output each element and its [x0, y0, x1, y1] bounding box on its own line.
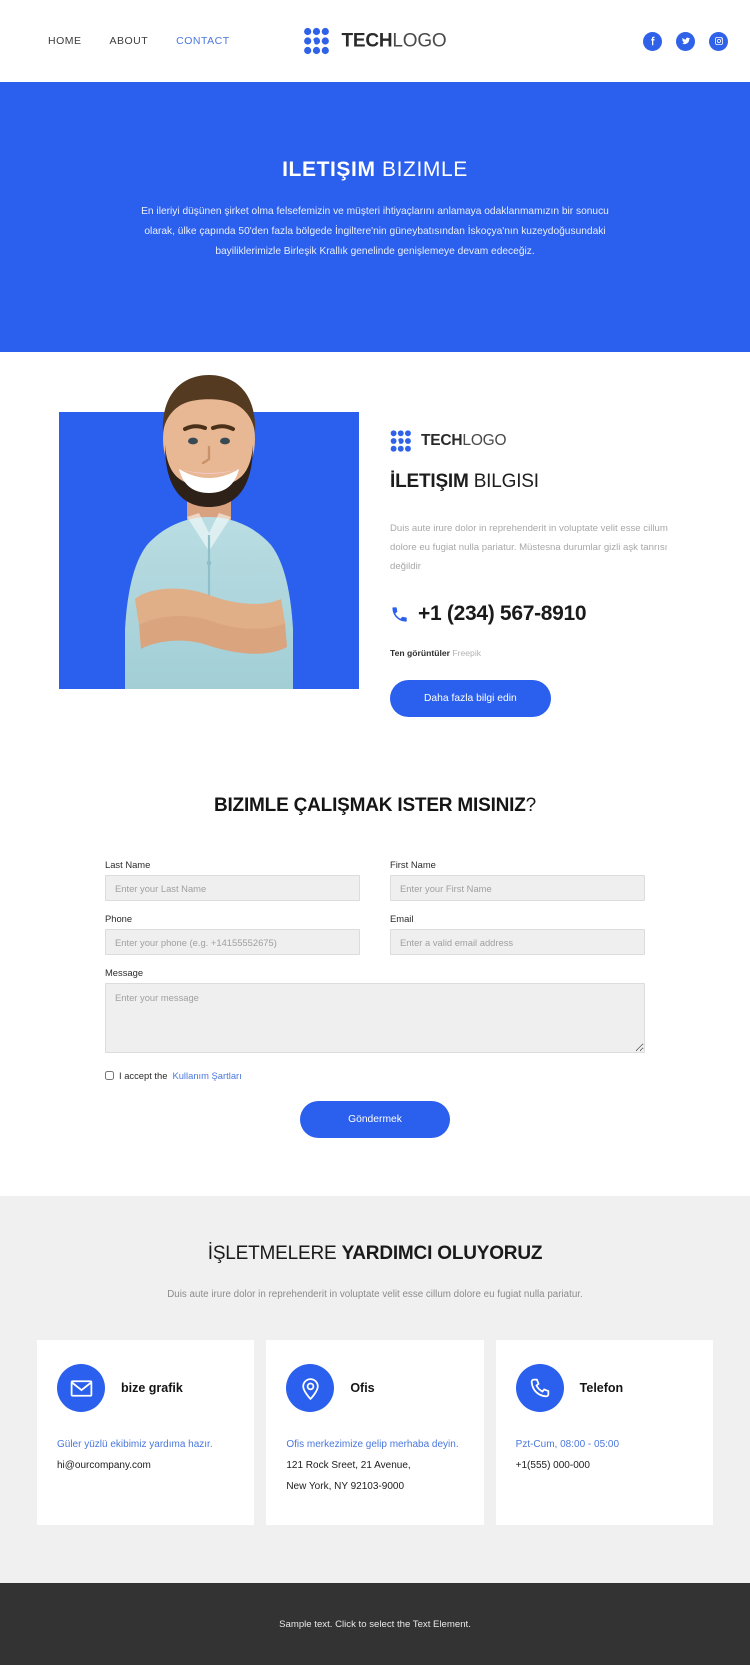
envelope-icon — [57, 1364, 105, 1412]
card-dark-text-2: New York, NY 92103-9000 — [286, 1481, 405, 1492]
contact-photo-wrap — [0, 375, 360, 717]
form-col-left: Last Name Phone — [105, 859, 360, 967]
contact-heading-bold: İLETIŞIM — [390, 471, 469, 492]
accept-terms-checkbox[interactable] — [105, 1071, 114, 1080]
card-title: Ofis — [350, 1381, 375, 1395]
form-col-right: First Name Email — [390, 859, 645, 967]
help-heading-light: İŞLETMELERE — [207, 1243, 342, 1264]
hero-title-light: BIZIMLE — [375, 158, 468, 181]
terms-link[interactable]: Kullanım Şartları — [172, 1070, 241, 1081]
label-message: Message — [105, 967, 144, 978]
help-heading-bold: YARDIMCI OLUYORUZ — [341, 1243, 543, 1264]
logo-light: LOGO — [392, 30, 447, 51]
contact-logo: TECHLOGO — [390, 430, 690, 452]
techlogo-mark-icon — [390, 430, 411, 452]
card-dark-text: hi@ourcompany.com — [57, 1460, 151, 1471]
card-title: bize grafik — [121, 1381, 183, 1395]
card-dark-text: +1(555) 000-000 — [515, 1460, 590, 1471]
input-email[interactable] — [390, 929, 645, 955]
form-heading-light: ? — [525, 795, 537, 816]
input-first-name[interactable] — [390, 875, 645, 901]
label-last-name: Last Name — [105, 859, 151, 870]
more-info-button[interactable]: Daha fazla bilgi edin — [390, 680, 551, 717]
contact-form-section: BIZIMLE ÇALIŞMAK ISTER MISINIZ? Last Nam… — [0, 767, 750, 1196]
contact-card-office: Ofis Ofis merkezimize gelip merhaba deyi… — [266, 1340, 484, 1525]
contact-info-text: TECHLOGO İLETIŞIM BILGISI Duis aute irur… — [360, 412, 690, 717]
submit-button[interactable]: Göndermek — [300, 1101, 450, 1138]
card-header: bize grafik — [57, 1364, 234, 1412]
hero-title: ILETIŞIM BIZIMLE — [0, 158, 750, 182]
phone-icon — [515, 1364, 564, 1412]
contact-info-section: TECHLOGO İLETIŞIM BILGISI Duis aute irur… — [0, 352, 750, 767]
hero-subtitle: En ileriyi düşünen şirket olma felsefemi… — [141, 206, 609, 257]
site-logo-text: TECHLOGO — [341, 30, 446, 52]
input-message[interactable] — [105, 983, 645, 1053]
footer-sample-text[interactable]: Sample text. Click to select the Text El… — [279, 1619, 471, 1630]
contact-phone-number: +1 (234) 567-8910 — [418, 602, 587, 625]
site-header: HOME ABOUT CONTACT TECHLOGO — [0, 0, 750, 82]
label-first-name: First Name — [390, 859, 436, 870]
card-title: Telefon — [579, 1381, 624, 1395]
contact-card-email: bize grafik Güler yüzlü ekibimiz yardıma… — [37, 1340, 255, 1525]
card-dark-text: 121 Rock Sreet, 21 Avenue, — [286, 1460, 411, 1471]
label-email: Email — [390, 913, 414, 924]
nav-link-about[interactable]: ABOUT — [110, 35, 149, 47]
form-row-names: Last Name Phone First Name Email — [105, 859, 645, 967]
facebook-icon[interactable] — [643, 31, 662, 51]
contact-cards-row: bize grafik Güler yüzlü ekibimiz yardıma… — [37, 1340, 713, 1525]
main-nav: HOME ABOUT CONTACT — [48, 35, 230, 47]
contact-form-heading: BIZIMLE ÇALIŞMAK ISTER MISINIZ? — [0, 795, 750, 817]
photo-blue-backdrop — [59, 375, 359, 689]
form-heading-bold: BIZIMLE ÇALIŞMAK ISTER MISINIZ — [213, 795, 526, 816]
hero-title-bold: ILETIŞIM — [282, 158, 376, 181]
input-last-name[interactable] — [105, 875, 360, 901]
contact-info-heading: İLETIŞIM BILGISI — [390, 471, 690, 493]
input-phone[interactable] — [105, 929, 360, 955]
contact-heading-light: BILGISI — [468, 471, 539, 492]
contact-logo-light: LOGO — [462, 432, 507, 449]
help-section-heading: İŞLETMELERE YARDIMCI OLUYORUZ — [0, 1243, 750, 1265]
logo-bold: TECH — [341, 30, 393, 51]
card-blue-text: Ofis merkezimize gelip merhaba deyin. — [286, 1439, 459, 1450]
field-last-name: Last Name — [105, 859, 360, 901]
contact-logo-bold: TECH — [421, 432, 463, 449]
photo-credit-source: Freepik — [452, 648, 482, 658]
card-header: Ofis — [286, 1364, 463, 1412]
accept-terms-text: I accept the — [119, 1070, 168, 1081]
help-businesses-section: İŞLETMELERE YARDIMCI OLUYORUZ Duis aute … — [0, 1196, 750, 1583]
field-message: Message — [105, 967, 645, 1058]
photo-credit: Ten görüntüler Freepik — [390, 648, 690, 658]
person-photo — [125, 375, 293, 689]
submit-row: Göndermek — [105, 1101, 645, 1138]
field-first-name: First Name — [390, 859, 645, 901]
label-phone: Phone — [105, 913, 133, 924]
hero-section: ILETIŞIM BIZIMLE En ileriyi düşünen şirk… — [0, 82, 750, 352]
photo-credit-label: Ten görüntüler — [390, 648, 450, 658]
field-email: Email — [390, 913, 645, 955]
accept-terms-row: I accept the Kullanım Şartları — [105, 1070, 645, 1081]
instagram-icon[interactable] — [709, 31, 728, 51]
phone-icon — [390, 605, 409, 624]
card-blue-text: Güler yüzlü ekibimiz yardıma hazır. — [57, 1439, 213, 1450]
social-links — [643, 31, 728, 51]
twitter-icon[interactable] — [676, 31, 695, 51]
nav-link-contact[interactable]: CONTACT — [176, 35, 229, 47]
contact-card-phone: Telefon Pzt-Cum, 08:00 - 05:00 +1(555) 0… — [495, 1340, 713, 1525]
contact-logo-text: TECHLOGO — [421, 432, 507, 450]
site-logo[interactable]: TECHLOGO — [303, 27, 447, 55]
card-header: Telefon — [515, 1364, 693, 1412]
card-blue-text: Pzt-Cum, 08:00 - 05:00 — [515, 1439, 620, 1450]
help-section-subtitle: Duis aute irure dolor in reprehenderit i… — [167, 1289, 583, 1300]
nav-link-home[interactable]: HOME — [48, 35, 82, 47]
contact-phone-row[interactable]: +1 (234) 567-8910 — [390, 602, 690, 626]
contact-info-paragraph: Duis aute irure dolor in reprehenderit i… — [390, 523, 668, 572]
map-pin-icon — [286, 1364, 335, 1412]
site-footer: Sample text. Click to select the Text El… — [0, 1583, 750, 1665]
techlogo-mark-icon — [304, 27, 329, 55]
field-phone: Phone — [105, 913, 360, 955]
contact-form: Last Name Phone First Name Email — [105, 859, 645, 1138]
